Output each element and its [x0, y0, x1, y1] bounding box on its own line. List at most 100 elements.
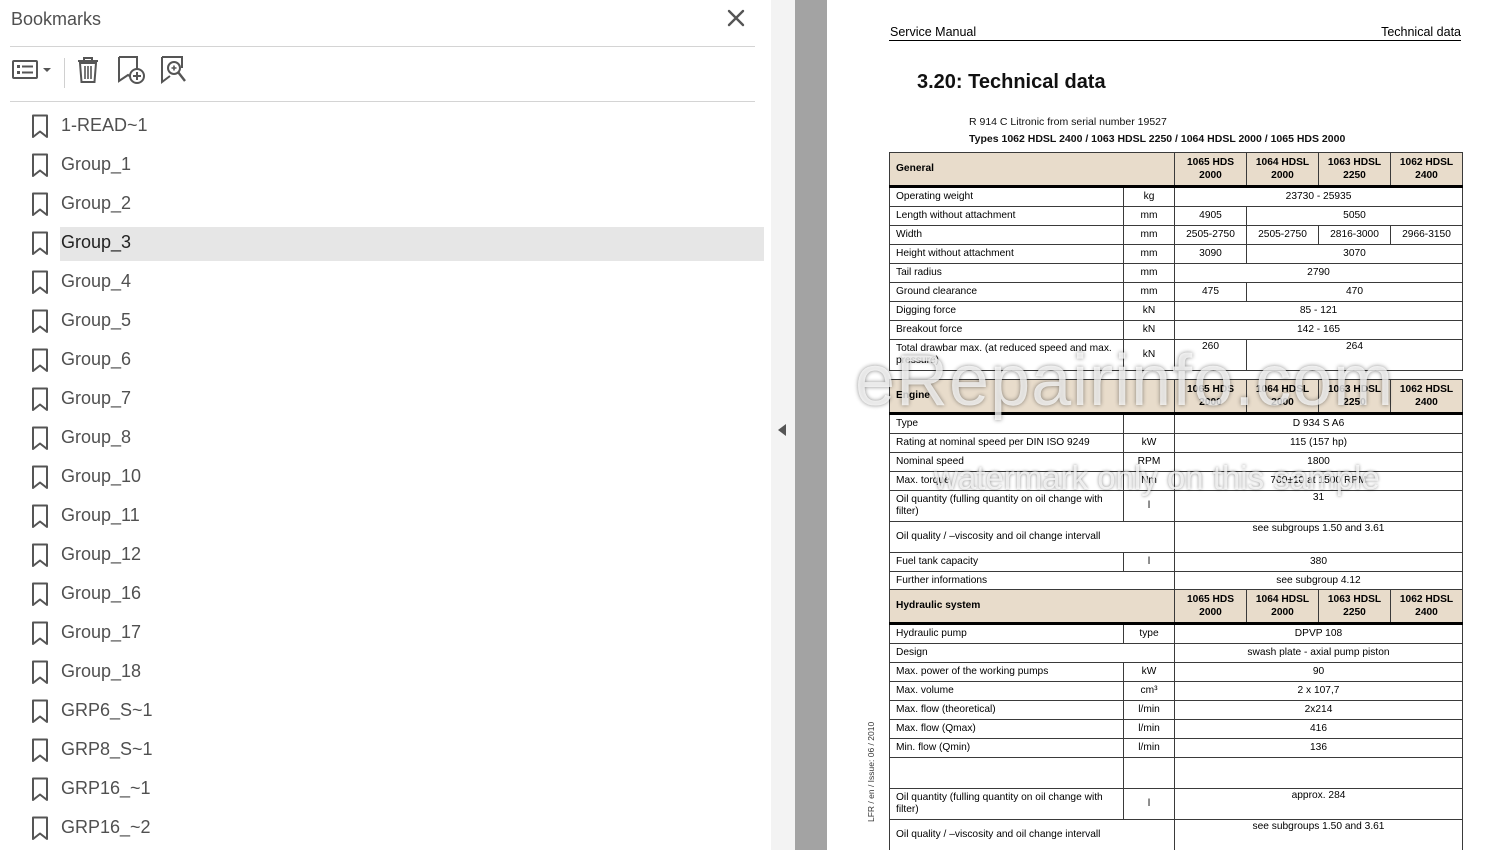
table-row: Fuel tank capacity l 380	[889, 552, 1463, 572]
bookmark-item[interactable]: Group_2	[0, 185, 771, 224]
row-value: 136	[1174, 738, 1463, 758]
row-label: Operating weight	[889, 186, 1124, 207]
table-header-row: Hydraulic system 1065 HDS 2000 1064 HDSL 2…	[889, 589, 1463, 625]
row-value: 2966-3150	[1390, 225, 1464, 245]
delete-bookmark-button[interactable]	[73, 56, 103, 88]
watermark-main: eRepairinfo.com	[855, 341, 1395, 421]
bookmark-item[interactable]: Group_10	[0, 458, 771, 497]
list-options-button[interactable]	[11, 56, 55, 88]
side-note: LFR / en / Issue: 06 / 2010	[866, 721, 876, 822]
bookmark-icon	[31, 699, 49, 724]
bookmark-label: Group_18	[61, 661, 142, 681]
row-unit: kW	[1123, 662, 1175, 682]
bookmark-item[interactable]: 1-READ~1	[0, 107, 771, 146]
bookmark-label: Group_8	[61, 427, 132, 447]
column-header: 1064 HDSL 2000	[1246, 152, 1320, 188]
bookmark-label: GRP6_S~1	[61, 700, 153, 720]
column-header: 1062 HDSL 2400	[1390, 379, 1463, 415]
row-value: 3090	[1174, 244, 1248, 264]
table-header-row: General 1065 HDS 2000 1064 HDSL 2000 1063 H…	[888, 152, 1464, 188]
table-row	[889, 757, 1463, 789]
collapse-panel-icon[interactable]	[778, 424, 786, 436]
column-header: 1063 HDSL 2250	[1318, 152, 1392, 188]
row-label: Fuel tank capacity	[889, 552, 1124, 572]
bookmark-label: GRP8_S~1	[61, 739, 153, 759]
row-label: Oil quality / –viscosity and oil change …	[889, 819, 1175, 850]
bookmark-icon	[31, 504, 49, 529]
close-icon[interactable]	[725, 7, 747, 29]
row-value: 470	[1246, 282, 1464, 302]
row-label: Max. volume	[889, 681, 1124, 701]
bookmark-item[interactable]: Group_6	[0, 341, 771, 380]
row-unit: kW	[1123, 433, 1175, 453]
header-rule	[889, 40, 1461, 41]
bookmark-item[interactable]: Group_8	[0, 419, 771, 458]
bookmark-item[interactable]: Group_18	[0, 653, 771, 692]
row-unit: l	[1123, 788, 1175, 820]
bookmark-label: Group_6	[61, 349, 132, 369]
find-bookmark-button[interactable]	[158, 55, 190, 88]
bookmarks-panel: Bookmarks 1-READ~1 Group_1 Group_2 Group…	[0, 0, 772, 850]
row-unit: kN	[1122, 320, 1176, 340]
bookmark-icon	[31, 660, 49, 685]
panel-splitter[interactable]	[771, 0, 795, 850]
watermark-sub: watermark only on this sample	[934, 459, 1380, 496]
table-row: Oil quality / –viscosity and oil change …	[889, 819, 1463, 850]
bookmark-icon	[31, 816, 49, 841]
bookmark-item[interactable]: GRP6_S~1	[0, 692, 771, 731]
bookmark-label: Group_1	[61, 154, 132, 174]
row-value: 115 (157 hp)	[1174, 433, 1463, 453]
bookmark-item[interactable]: Group_11	[0, 497, 771, 536]
row-unit: mm	[1122, 282, 1176, 302]
bookmark-item[interactable]: GRP16_~1	[0, 770, 771, 809]
bookmark-label: Group_2	[61, 193, 132, 213]
new-bookmark-button[interactable]	[114, 54, 148, 91]
bookmark-label: Group_10	[61, 466, 142, 486]
document-page[interactable]: Service Manual Technical data 3.20: Tech…	[827, 0, 1493, 850]
model-line: R 914 C Litronic from serial number 1952…	[969, 116, 1167, 128]
row-unit: l/min	[1123, 700, 1175, 720]
table-row: Hydraulic pump type DPVP 108	[889, 623, 1463, 644]
column-header: 1064 HDSL 2000	[1246, 589, 1319, 625]
bookmark-item[interactable]: Group_1	[0, 146, 771, 185]
table-row: Min. flow (Qmin) l/min 136	[889, 738, 1463, 758]
bookmark-item[interactable]: GRP16_~2	[0, 809, 771, 848]
divider	[10, 101, 755, 102]
section-heading: Hydraulic system	[889, 589, 1175, 625]
bookmark-item[interactable]: Group_5	[0, 302, 771, 341]
row-label: Design	[889, 643, 1175, 663]
bookmark-icon	[31, 543, 49, 568]
bookmark-item[interactable]: Group_17	[0, 614, 771, 653]
bookmark-item[interactable]: Group_4	[0, 263, 771, 302]
bookmark-icon	[31, 426, 49, 451]
row-value: 2505-2750	[1174, 225, 1248, 245]
bookmark-label: Group_4	[61, 271, 132, 291]
bookmark-item[interactable]: Group_16	[0, 575, 771, 614]
row-value: DPVP 108	[1174, 623, 1463, 644]
table-row: Max. power of the working pumps kW 90	[889, 662, 1463, 682]
column-header: 1062 HDSL 2400	[1390, 152, 1464, 188]
row-label	[889, 757, 1124, 789]
row-value: 2x214	[1174, 700, 1463, 720]
bookmark-icon	[31, 114, 49, 139]
table-row: Oil quantity (fulling quantity on oil ch…	[889, 788, 1463, 820]
row-value: 142 - 165	[1174, 320, 1464, 340]
page-header-right: Technical data	[1381, 25, 1461, 39]
trash-icon	[75, 55, 101, 90]
column-header: 1062 HDSL 2400	[1390, 589, 1463, 625]
row-value: 5050	[1246, 206, 1464, 226]
bookmark-item[interactable]: Group_12	[0, 536, 771, 575]
bookmark-item[interactable]: Group_7	[0, 380, 771, 419]
row-label: Max. flow (Qmax)	[889, 719, 1124, 739]
row-label: Length without attachment	[889, 206, 1124, 226]
toolbar-separator	[64, 58, 65, 88]
list-options-icon	[11, 58, 55, 87]
add-bookmark-icon	[115, 54, 147, 91]
row-label: Max. power of the working pumps	[889, 662, 1124, 682]
row-unit	[1123, 757, 1175, 789]
row-unit: mm	[1122, 263, 1176, 283]
row-label: Oil quantity (fulling quantity on oil ch…	[889, 788, 1124, 820]
bookmark-item[interactable]: Group_3	[0, 224, 771, 263]
table-row: Width mm 2505-2750 2505-2750 2816-3000 2966-3…	[889, 225, 1464, 245]
bookmark-item[interactable]: GRP8_S~1	[0, 731, 771, 770]
